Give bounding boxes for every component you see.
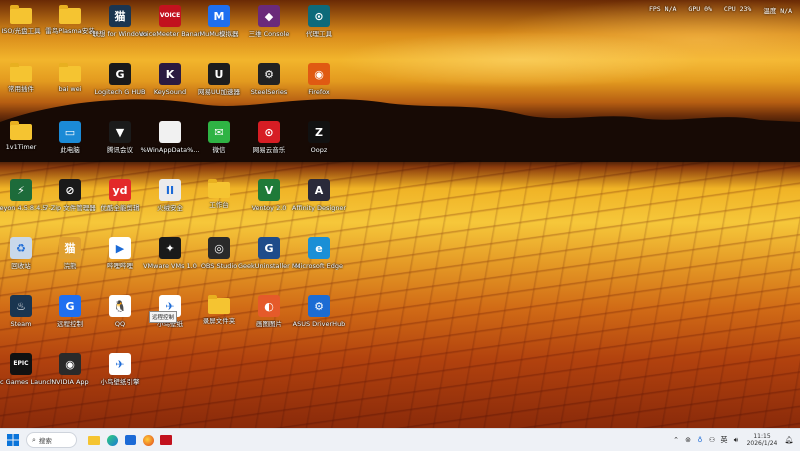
firefox-icon: ◉ (308, 63, 330, 85)
oopz-icon: Z (308, 121, 330, 143)
taskbar-file-explorer[interactable] (85, 431, 103, 449)
start-button[interactable] (6, 431, 20, 449)
veyon-icon: ⚡ (10, 179, 32, 201)
desktop-icon-label: ASUS DriverHub (292, 320, 346, 328)
taskbar-firefox[interactable] (139, 431, 157, 449)
geek-icon: G (258, 237, 280, 259)
tray-ime-icon[interactable]: ⚇ (706, 431, 718, 449)
steelseries-icon: ⚙ (258, 63, 280, 85)
ventoy-icon: V (258, 179, 280, 201)
security-icon: II (159, 179, 181, 201)
performance-overlay: FPS N/A GPU 0% CPU 23% 温度 N/A (649, 5, 792, 15)
obs-icon: ◎ (208, 237, 230, 259)
desktop-icon-label: Firefox (308, 88, 330, 96)
folder-icon (10, 5, 32, 24)
firefox-icon (142, 434, 154, 446)
desktop-icon[interactable]: e Microsoft Edge (288, 235, 350, 291)
nvidia-icon: ◉ (59, 353, 81, 375)
icon-tooltip: 远程控制 (149, 311, 178, 323)
bird2-icon: ✈ (109, 353, 131, 375)
qq-icon: 🐧 (109, 295, 131, 317)
wechat-icon: ✉ (208, 121, 230, 143)
bilibili-icon: ▶ (109, 237, 131, 259)
desktop-icon-label: 代理工具 (306, 30, 332, 38)
clock-date: 2026/1/24 (746, 440, 778, 447)
notification-bell-icon[interactable]: 🔔︎ (782, 431, 796, 449)
epic-icon: EPIC (10, 353, 32, 375)
desktop-icon[interactable]: ✈ 小鸟壁纸引擎 (89, 351, 151, 407)
tray-chevron-icon[interactable]: ⌃ (670, 431, 682, 449)
desktop-icon[interactable]: ◉ Firefox (288, 61, 350, 117)
desktop-icon[interactable]: ⚙ ASUS DriverHub (288, 293, 350, 349)
windows-logo-icon (7, 434, 19, 446)
folder-icon (59, 5, 81, 24)
folder-icon (208, 179, 230, 198)
file-icon (159, 121, 181, 143)
affinity-icon: A (308, 179, 330, 201)
taskbar: ⌕ 搜索 ⌃ ⊚ ♁ ⚇ 英 🔊︎ 11:15 2026/1/24 🔔︎ (0, 428, 800, 451)
desktop-icon[interactable]: A Affinity Designer (288, 177, 350, 233)
taskbar-store[interactable] (121, 431, 139, 449)
meeting-icon: ▼ (109, 121, 131, 143)
folder-icon (208, 295, 230, 314)
clock-time: 11:15 (753, 433, 771, 440)
tray-network-icon[interactable]: ⊚ (682, 431, 694, 449)
taskbar-search[interactable]: ⌕ 搜索 (26, 432, 77, 448)
edge-icon: e (308, 237, 330, 259)
desktop-icon[interactable]: ⊙ 代理工具 (288, 3, 350, 59)
folder-icon (10, 121, 32, 140)
desktop-icon-label: Oopz (310, 146, 328, 154)
taskbar-voicemeeter[interactable] (157, 431, 175, 449)
tray-volume-icon[interactable]: 🔊︎ (730, 431, 742, 449)
taskbar-edge[interactable] (103, 431, 121, 449)
edge-icon (106, 434, 118, 446)
fps-readout: FPS N/A (648, 5, 677, 13)
desktop-icon-label: Microsoft Edge (294, 262, 343, 270)
tray-lang[interactable]: 英 (718, 431, 730, 449)
vmware-icon: ✦ (159, 237, 181, 259)
folder-icon (10, 63, 32, 82)
search-placeholder: 搜索 (38, 437, 52, 445)
app-icon: ◆ (258, 5, 280, 27)
raccoon-icon: 猫 (59, 237, 81, 259)
cat-icon: 猫 (109, 5, 131, 27)
netease-icon: ⊙ (258, 121, 280, 143)
desktop-icon-label: Affinity Designer (291, 204, 347, 212)
remote-icon: G (59, 295, 81, 317)
voicemeeter-icon (160, 435, 172, 445)
asus-icon: ⚙ (308, 295, 330, 317)
mumu-icon: M (208, 5, 230, 27)
yd-icon: yd (109, 179, 131, 201)
paint-icon: ◐ (258, 295, 280, 317)
store-icon (124, 435, 136, 445)
recycle-icon: ♻ (10, 237, 32, 259)
folder-icon (59, 63, 81, 82)
gpu-readout: GPU 0% (688, 5, 712, 13)
monitor-icon: ▭ (59, 121, 81, 143)
search-icon: ⌕ (32, 435, 36, 444)
folder-icon (88, 435, 100, 445)
voicemeeter-icon: VOICE (159, 5, 181, 27)
logitech-icon: G (109, 63, 131, 85)
keysound-icon: K (159, 63, 181, 85)
uu-icon: U (208, 63, 230, 85)
proxy-icon: ⊙ (308, 5, 330, 27)
steam-icon: ♨ (10, 295, 32, 317)
temp-readout: 温度 N/A (763, 7, 792, 15)
zip-icon: ⊘ (59, 179, 81, 201)
tray-mic-icon[interactable]: ♁ (694, 431, 706, 449)
taskbar-clock[interactable]: 11:15 2026/1/24 (742, 433, 782, 447)
desktop-icon-label: 小鸟壁纸引擎 (100, 378, 140, 386)
cpu-readout: CPU 23% (723, 5, 752, 13)
desktop-icon[interactable]: Z Oopz (288, 119, 350, 175)
